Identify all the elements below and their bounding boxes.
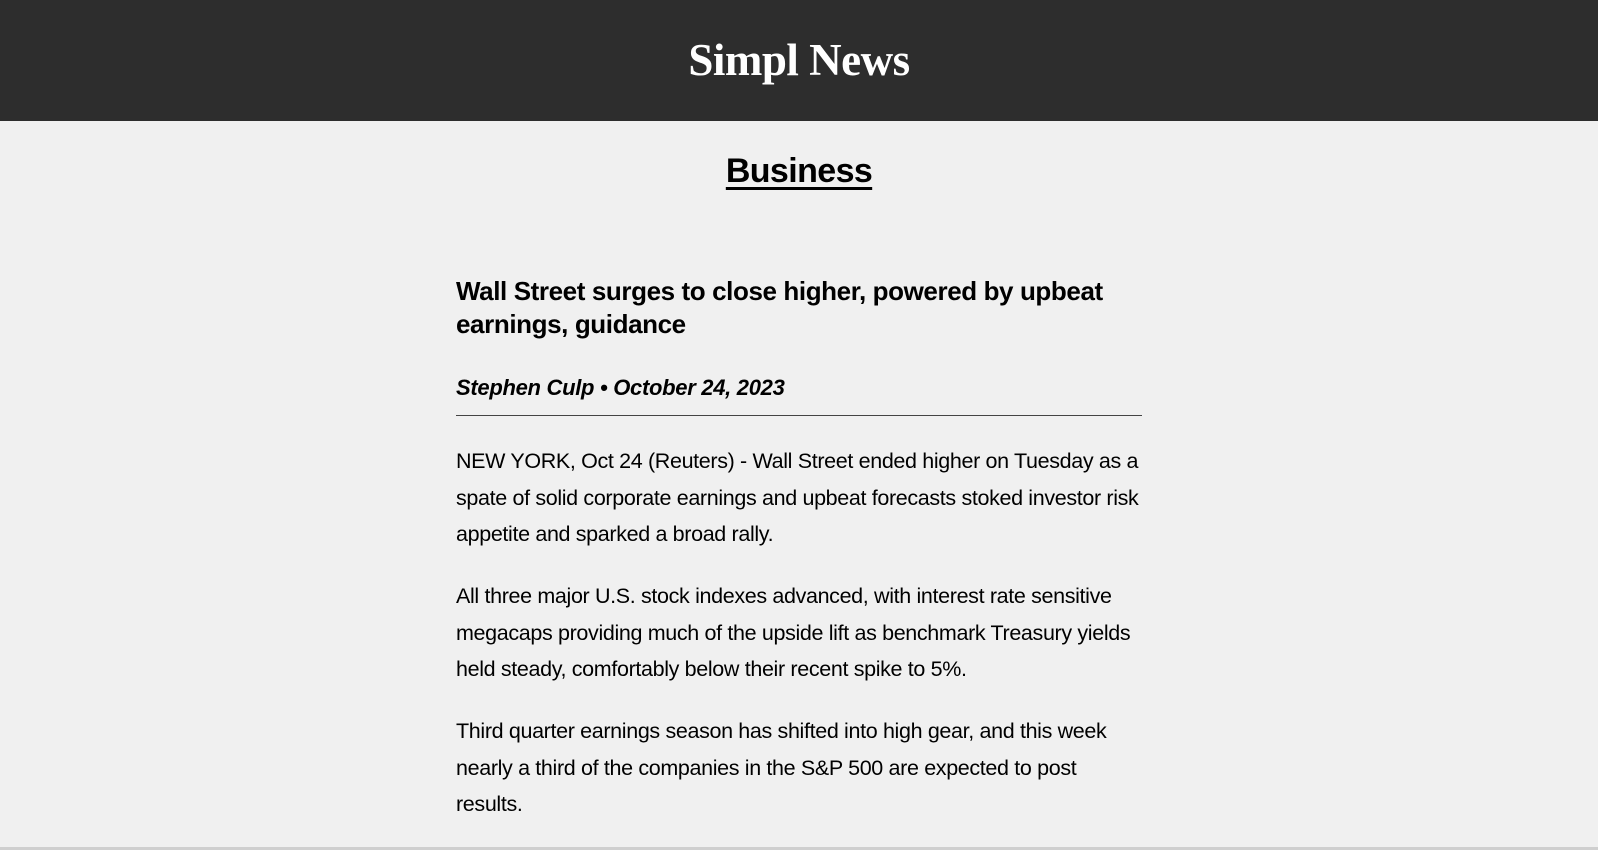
byline-divider (456, 415, 1142, 416)
article-headline: Wall Street surges to close higher, powe… (456, 276, 1103, 339)
site-header: Simpl News (0, 0, 1598, 121)
article-paragraph: All three major U.S. stock indexes advan… (456, 584, 1131, 681)
article-byline: Stephen Culp • October 24, 2023 (456, 375, 785, 400)
site-title[interactable]: Simpl News (0, 30, 1598, 90)
section-title[interactable]: Business (0, 148, 1598, 194)
article-paragraph: NEW YORK, Oct 24 (Reuters) - Wall Street… (456, 449, 1139, 546)
article-paragraph: Third quarter earnings season has shifte… (456, 719, 1107, 816)
